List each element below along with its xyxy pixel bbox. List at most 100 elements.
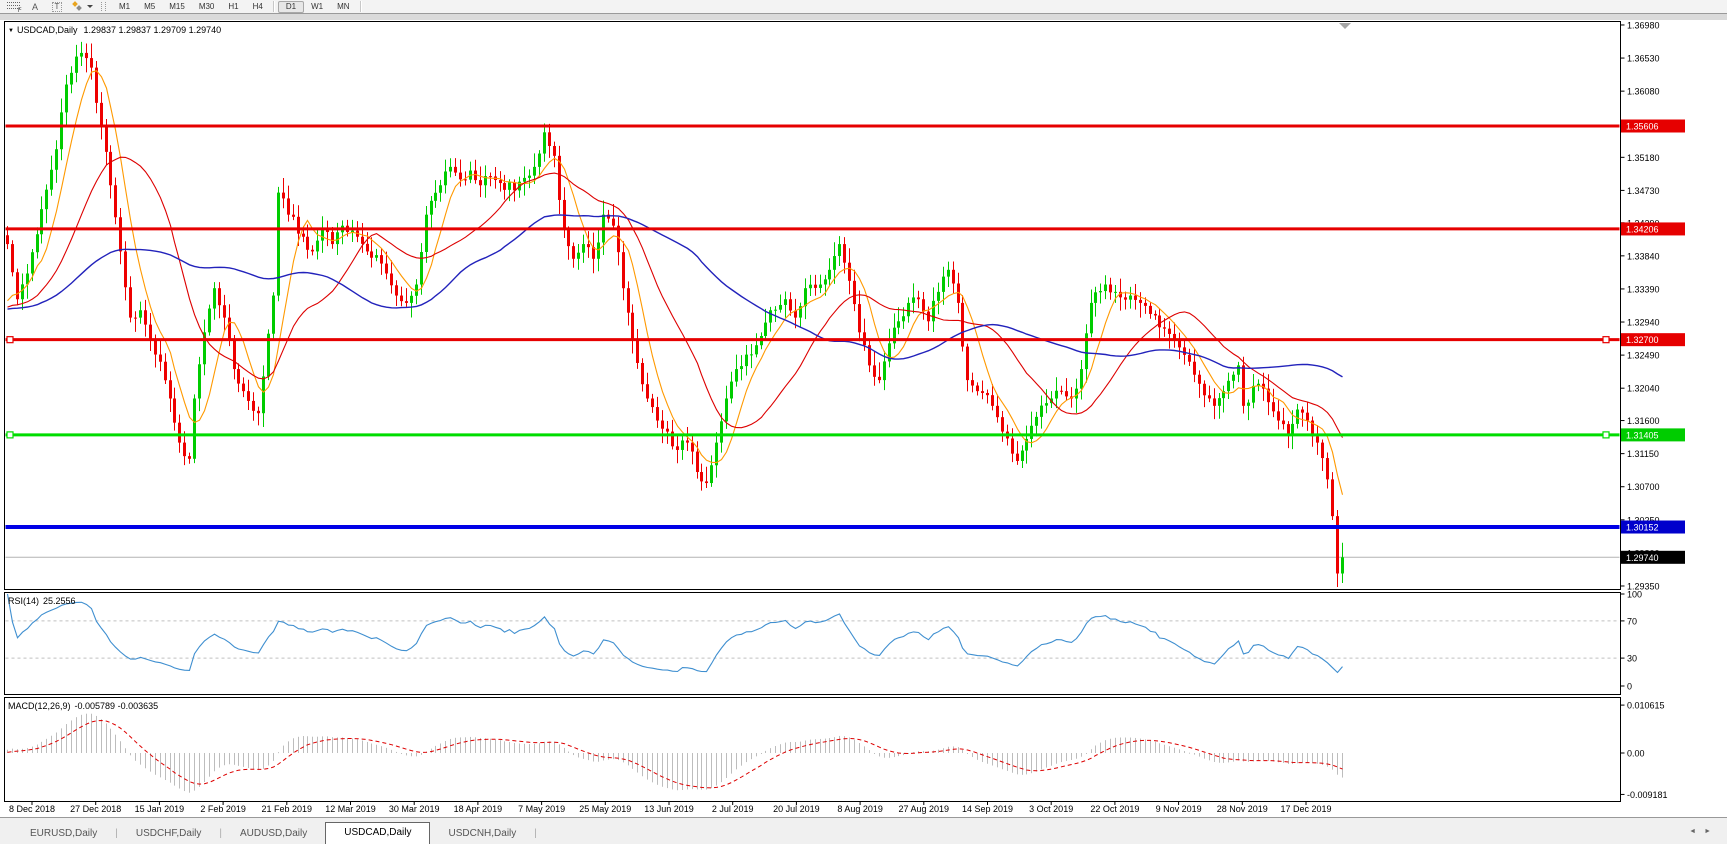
candle-body xyxy=(85,53,88,58)
tab-eurusd[interactable]: EURUSD,Daily xyxy=(12,824,115,844)
macd-bar xyxy=(41,742,42,753)
macd-bar xyxy=(91,714,92,753)
candle-body xyxy=(149,325,152,340)
candle-body xyxy=(996,406,999,417)
macd-bar xyxy=(209,753,210,777)
tab-usdcnh[interactable]: USDCNH,Daily xyxy=(430,824,534,844)
macd-bar xyxy=(1233,753,1234,762)
macd-bar xyxy=(967,753,968,754)
macd-bar xyxy=(790,742,791,753)
macd-bar xyxy=(431,749,432,753)
candle-body xyxy=(1203,384,1206,395)
macd-bar xyxy=(1051,753,1052,766)
price-chart[interactable]: 1.369801.365301.360801.356301.351801.347… xyxy=(0,0,1727,844)
macd-bar xyxy=(1036,753,1037,772)
candle-body xyxy=(1114,292,1117,293)
macd-bar xyxy=(884,753,885,758)
tab-usdcad[interactable]: USDCAD,Daily xyxy=(325,822,430,844)
macd-bar xyxy=(204,753,205,782)
candle-body xyxy=(366,244,369,252)
candle-body xyxy=(612,219,615,226)
rsi-pane-border xyxy=(5,593,1621,695)
candle-body xyxy=(858,304,861,332)
candle-body xyxy=(1198,375,1201,384)
date-tick-label: 7 May 2019 xyxy=(518,804,565,814)
candle-body xyxy=(691,443,694,452)
date-tick-label: 3 Oct 2019 xyxy=(1029,804,1073,814)
candle-body xyxy=(124,251,127,287)
candle-body xyxy=(302,234,305,237)
candle-body xyxy=(1163,327,1166,328)
macd-bar xyxy=(71,720,72,753)
chart-dropdown-icon[interactable]: ▼ xyxy=(8,28,14,34)
candle-body xyxy=(907,303,910,316)
candle-body xyxy=(134,318,137,319)
timeframe-m1-button[interactable]: M1 xyxy=(112,1,137,13)
line-drag-handle[interactable] xyxy=(1603,337,1609,343)
tab-scroll-right-icon[interactable]: ► xyxy=(1704,828,1719,835)
candle-body xyxy=(282,193,285,199)
text-box-tool[interactable]: T xyxy=(50,1,64,12)
timeframe-mn-button[interactable]: MN xyxy=(330,1,356,13)
macd-bar xyxy=(234,753,235,765)
macd-bar xyxy=(248,753,249,768)
line-drag-handle[interactable] xyxy=(7,337,13,343)
macd-bar xyxy=(293,738,294,753)
timeframe-h4-button[interactable]: H4 xyxy=(246,1,270,13)
candle-body xyxy=(1232,375,1235,381)
candle-body xyxy=(740,366,743,369)
text-label-tool[interactable]: A xyxy=(28,1,42,12)
candle-body xyxy=(814,285,817,288)
candle-body xyxy=(784,299,787,305)
candles-layer[interactable] xyxy=(6,42,1344,587)
timeframe-m30-button[interactable]: M30 xyxy=(192,1,222,13)
timeframe-w1-button[interactable]: W1 xyxy=(304,1,330,13)
macd-bar xyxy=(1159,743,1160,753)
candle-body xyxy=(897,321,900,327)
price-tick-label: 1.32040 xyxy=(1627,384,1660,394)
timeframe-m5-button[interactable]: M5 xyxy=(137,1,162,13)
macd-bar xyxy=(268,753,269,765)
date-tick-label: 2 Feb 2019 xyxy=(200,804,246,814)
timeframe-m15-button[interactable]: M15 xyxy=(162,1,192,13)
candle-body xyxy=(1252,386,1255,403)
candle-body xyxy=(1331,479,1334,516)
macd-bar xyxy=(1041,753,1042,770)
candle-body xyxy=(321,229,324,240)
candle-body xyxy=(105,126,108,151)
tab-audusd[interactable]: AUDUSD,Daily xyxy=(222,824,325,844)
candle-body xyxy=(430,201,433,215)
candle-body xyxy=(1129,296,1132,300)
timeframe-h1-button[interactable]: H1 xyxy=(221,1,245,13)
fibonacci-tool[interactable]: F xyxy=(6,1,20,12)
price-badge-label: 1.30152 xyxy=(1626,523,1659,533)
candle-body xyxy=(119,217,122,251)
toolbar-grip[interactable] xyxy=(101,2,106,11)
macd-bar xyxy=(1017,753,1018,774)
candle-body xyxy=(173,398,176,422)
line-drag-handle[interactable] xyxy=(1603,432,1609,438)
rsi-label: RSI(14)25.2556 xyxy=(8,596,76,606)
arrows-tool[interactable] xyxy=(72,1,93,12)
macd-bar xyxy=(834,737,835,753)
chart-scrollbar[interactable] xyxy=(0,13,1727,21)
line-drag-handle[interactable] xyxy=(7,432,13,438)
macd-bar xyxy=(1130,738,1131,753)
macd-name: MACD(12,26,9) xyxy=(8,701,71,711)
candle-body xyxy=(774,310,777,311)
candle-body xyxy=(1040,406,1043,417)
candle-body xyxy=(193,398,196,458)
macd-bar xyxy=(391,750,392,753)
candle-body xyxy=(75,57,78,73)
macd-bar xyxy=(150,753,151,772)
timeframe-d1-button[interactable]: D1 xyxy=(278,1,304,13)
tab-usdchf[interactable]: USDCHF,Daily xyxy=(118,824,220,844)
macd-bar xyxy=(495,739,496,753)
macd-bar xyxy=(465,737,466,753)
price-badge-label: 1.32700 xyxy=(1626,335,1659,345)
tab-scroll-left-icon[interactable]: ◄ xyxy=(1689,828,1704,835)
macd-bar xyxy=(1105,740,1106,753)
candle-body xyxy=(725,398,728,421)
chart-shift-marker[interactable] xyxy=(1339,23,1351,29)
candle-body xyxy=(991,395,994,406)
